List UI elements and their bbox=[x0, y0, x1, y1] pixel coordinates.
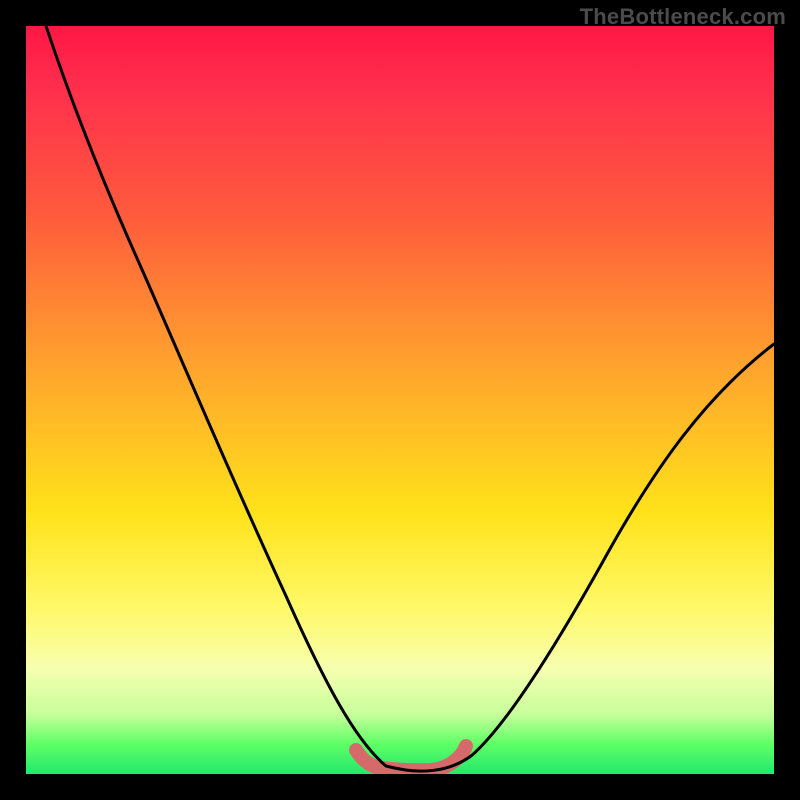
plot-area bbox=[26, 26, 774, 774]
curve-svg bbox=[26, 26, 774, 774]
watermark-text: TheBottleneck.com bbox=[580, 4, 786, 30]
bottleneck-curve bbox=[46, 26, 774, 771]
chart-frame: TheBottleneck.com bbox=[0, 0, 800, 800]
